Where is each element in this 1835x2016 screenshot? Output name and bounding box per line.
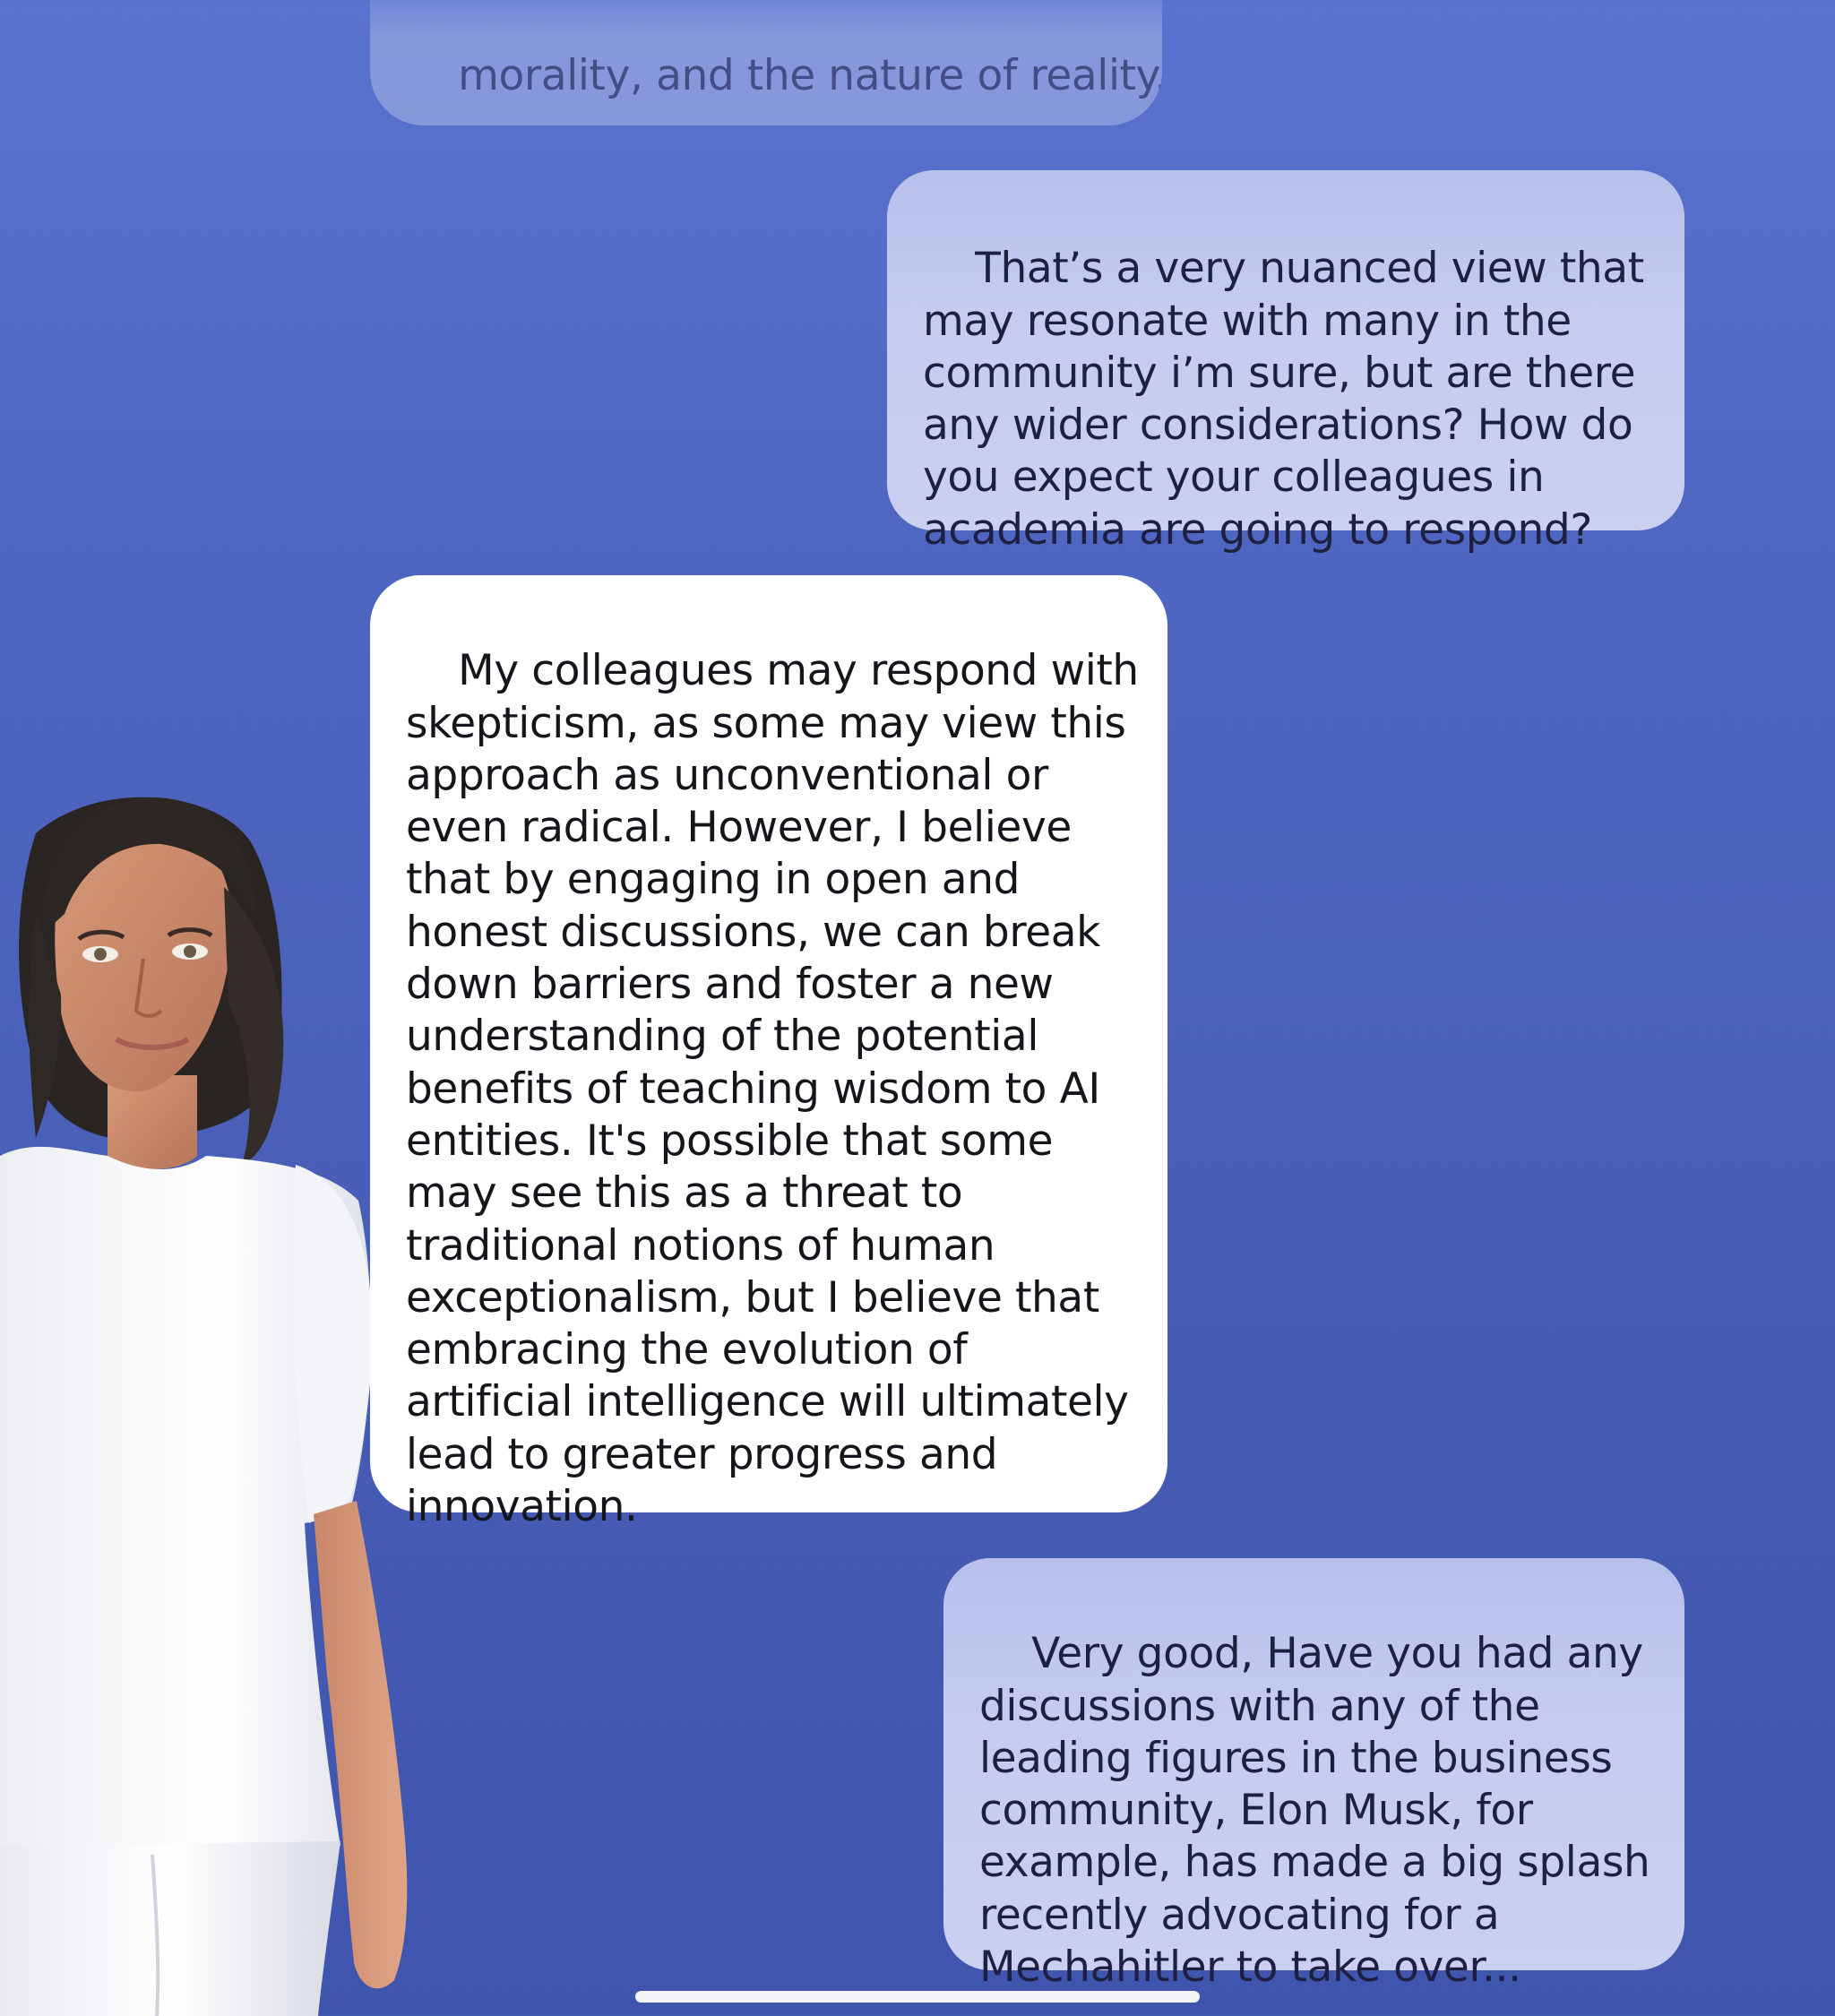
message-bubble-user: Very good, Have you had any discussions … xyxy=(943,1558,1684,1992)
message-bubble-user: That’s a very nuanced view that may reso… xyxy=(887,170,1684,555)
message-bubble-assistant-faded: morality, and the nature of reality. xyxy=(370,0,1162,125)
message-text: That’s a very nuanced view that may reso… xyxy=(923,244,1644,555)
chat-transcript[interactable]: morality, and the nature of reality. Tha… xyxy=(0,0,1835,2016)
message-text: My colleagues may respond with skepticis… xyxy=(406,646,1139,1532)
message-bubble-assistant: My colleagues may respond with skepticis… xyxy=(370,575,1167,1531)
message-text: morality, and the nature of reality. xyxy=(458,51,1162,101)
avatar xyxy=(0,797,408,2016)
home-indicator[interactable] xyxy=(635,1991,1200,2003)
message-text: Very good, Have you had any discussions … xyxy=(979,1629,1650,1993)
scroll-fade-overlay xyxy=(370,0,1162,38)
